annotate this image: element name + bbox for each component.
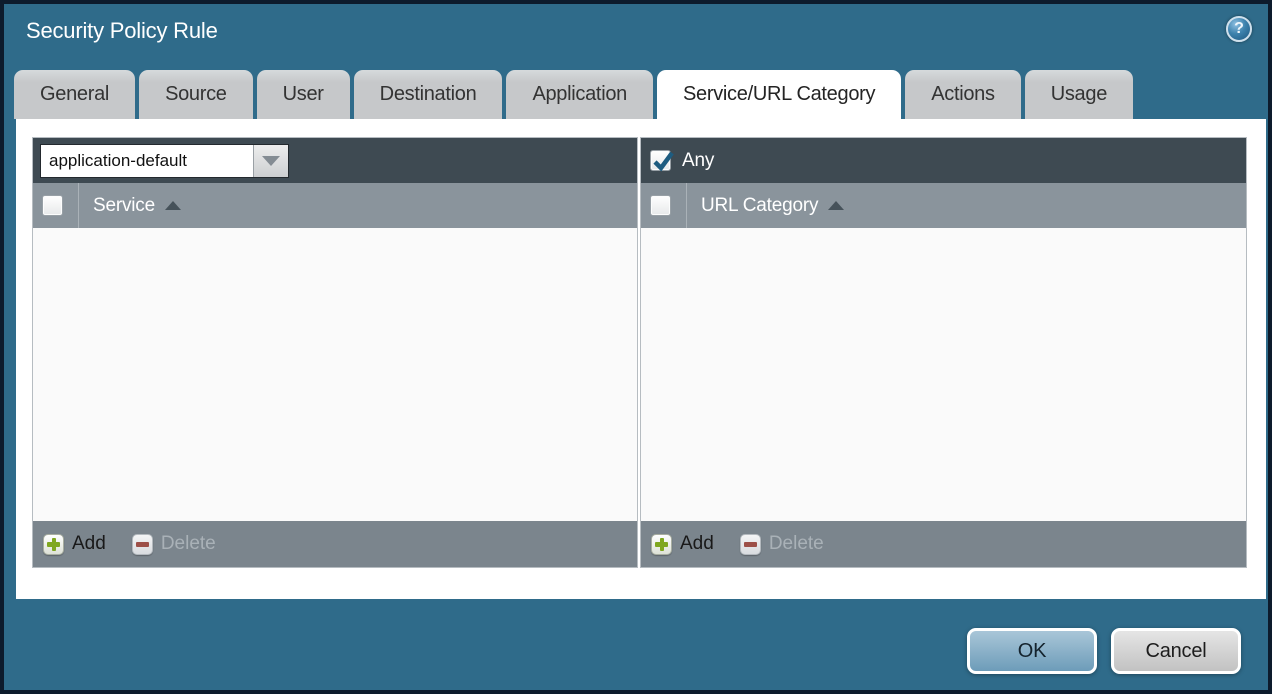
plus-icon [43, 534, 64, 555]
url-category-column-header-row: URL Category [641, 183, 1246, 228]
help-glyph: ? [1234, 20, 1244, 38]
service-type-input[interactable] [41, 145, 253, 177]
tab-content-area: Service Add Delete [16, 119, 1266, 599]
service-column-header[interactable]: Service [93, 195, 155, 217]
tab-destination[interactable]: Destination [354, 70, 503, 119]
security-policy-rule-dialog: Security Policy Rule ? General Source Us… [0, 0, 1272, 694]
any-label: Any [682, 150, 714, 172]
sort-ascending-icon[interactable] [165, 201, 181, 210]
tab-general[interactable]: General [14, 70, 135, 119]
delete-label: Delete [769, 533, 824, 555]
tab-service-url-category[interactable]: Service/URL Category [657, 70, 901, 119]
tab-actions[interactable]: Actions [905, 70, 1021, 119]
service-delete-button[interactable]: Delete [132, 533, 216, 555]
checkmark-icon [651, 149, 676, 174]
service-add-button[interactable]: Add [43, 533, 106, 555]
service-list-body [33, 228, 637, 521]
minus-icon [132, 534, 153, 555]
tab-user[interactable]: User [257, 70, 350, 119]
url-category-list-body [641, 228, 1246, 521]
service-type-dropdown [40, 144, 289, 178]
url-category-panel: Any URL Category Add Delete [640, 137, 1247, 568]
help-icon[interactable]: ? [1226, 16, 1252, 42]
url-category-delete-button[interactable]: Delete [740, 533, 824, 555]
plus-icon [651, 534, 672, 555]
tab-usage[interactable]: Usage [1025, 70, 1133, 119]
url-category-column-header[interactable]: URL Category [701, 195, 818, 217]
delete-label: Delete [161, 533, 216, 555]
service-footer: Add Delete [33, 521, 637, 567]
any-row: Any [648, 150, 714, 172]
any-checkbox[interactable] [650, 150, 671, 171]
add-label: Add [680, 533, 714, 555]
service-checkbox-cell [33, 183, 78, 228]
column-divider [78, 183, 79, 228]
service-panel: Service Add Delete [32, 137, 638, 568]
url-category-select-all-checkbox[interactable] [650, 195, 671, 216]
column-divider [686, 183, 687, 228]
tab-application[interactable]: Application [506, 70, 653, 119]
url-category-footer: Add Delete [641, 521, 1246, 567]
cancel-button[interactable]: Cancel [1111, 628, 1241, 674]
sort-ascending-icon[interactable] [828, 201, 844, 210]
dialog-title: Security Policy Rule [26, 18, 218, 44]
url-category-checkbox-cell [641, 183, 686, 228]
service-column-header-row: Service [33, 183, 637, 228]
url-category-toolbar: Any [641, 138, 1246, 183]
url-category-add-button[interactable]: Add [651, 533, 714, 555]
service-toolbar [33, 138, 637, 183]
chevron-down-icon [262, 156, 280, 166]
service-select-all-checkbox[interactable] [42, 195, 63, 216]
add-label: Add [72, 533, 106, 555]
ok-button[interactable]: OK [967, 628, 1097, 674]
tab-strip: General Source User Destination Applicat… [14, 70, 1133, 119]
minus-icon [740, 534, 761, 555]
service-type-dropdown-button[interactable] [253, 145, 288, 177]
tab-source[interactable]: Source [139, 70, 253, 119]
